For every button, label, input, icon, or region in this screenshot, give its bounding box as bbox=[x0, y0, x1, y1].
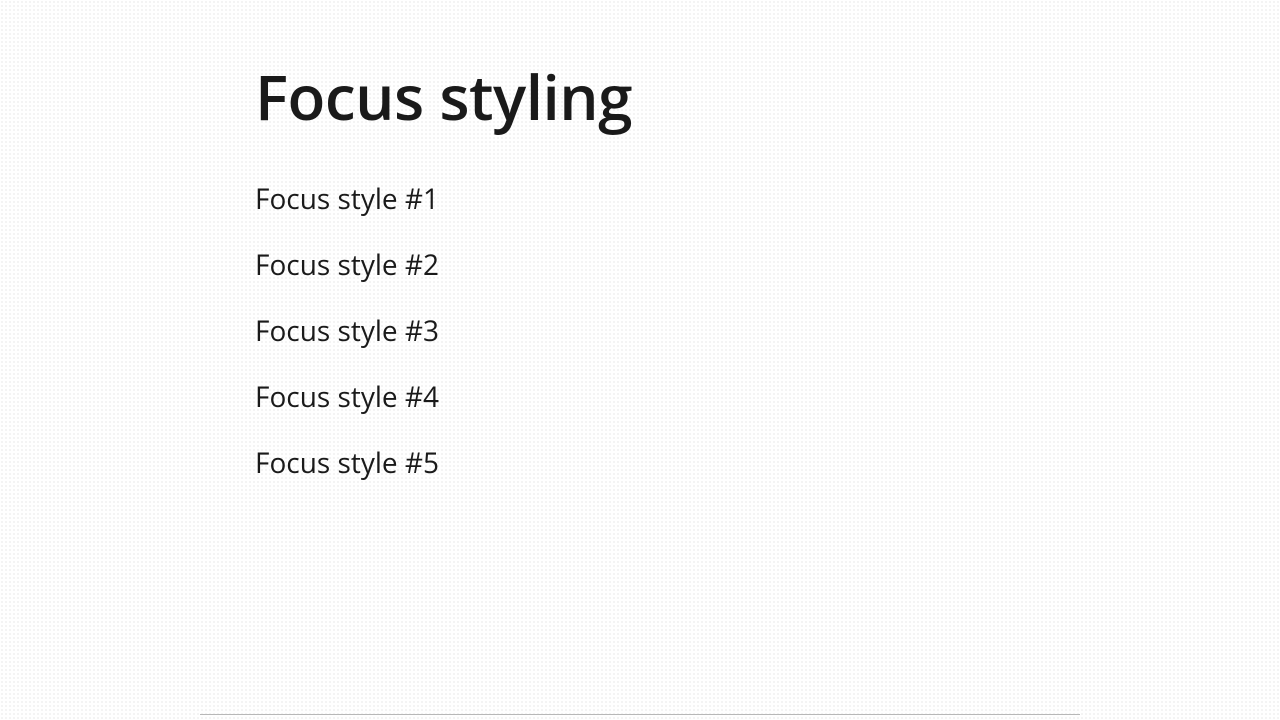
focus-style-link-2[interactable]: Focus style #2 bbox=[255, 246, 439, 284]
focus-style-link-4[interactable]: Focus style #4 bbox=[255, 378, 439, 416]
page-title: Focus styling bbox=[255, 55, 1280, 139]
focus-style-link-1[interactable]: Focus style #1 bbox=[255, 180, 439, 218]
list-item[interactable]: Focus style #5 bbox=[255, 449, 1280, 477]
divider bbox=[200, 714, 1080, 715]
main-content: Focus styling Focus style #1 Focus style… bbox=[0, 0, 1280, 477]
focus-style-link-5[interactable]: Focus style #5 bbox=[255, 444, 439, 482]
list-item[interactable]: Focus style #4 bbox=[255, 383, 1280, 411]
list-item[interactable]: Focus style #3 bbox=[255, 317, 1280, 345]
focus-style-link-3[interactable]: Focus style #3 bbox=[255, 312, 439, 350]
focus-style-list: Focus style #1 Focus style #2 Focus styl… bbox=[255, 185, 1280, 477]
list-item[interactable]: Focus style #2 bbox=[255, 251, 1280, 279]
list-item[interactable]: Focus style #1 bbox=[255, 185, 1280, 213]
